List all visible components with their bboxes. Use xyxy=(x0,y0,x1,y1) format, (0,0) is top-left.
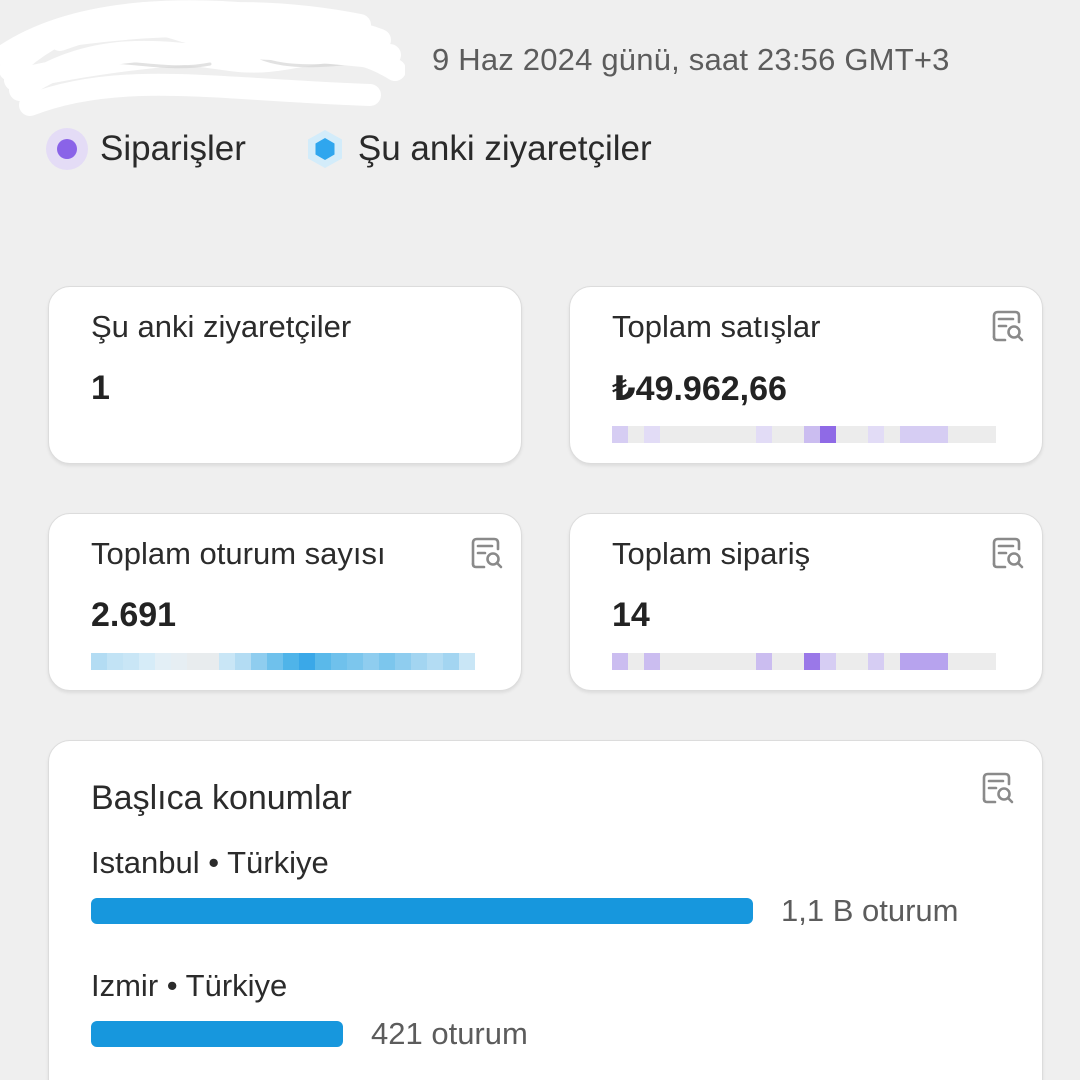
redacted-store-name-scribble xyxy=(0,0,405,116)
location-sessions: 1,1 B oturum xyxy=(781,893,959,928)
total-sessions-card[interactable]: Toplam oturum sayısı 2.691 xyxy=(48,513,522,691)
card-value: 1 xyxy=(91,369,110,407)
report-icon[interactable] xyxy=(988,307,1026,345)
card-title: Başlıca konumlar xyxy=(91,779,352,817)
current-visitors-card[interactable]: Şu anki ziyaretçiler 1 xyxy=(48,286,522,464)
live-view-panel: 9 Haz 2024 günü, saat 23:56 GMT+3 Sipari… xyxy=(0,0,1080,1080)
purple-dot-icon xyxy=(46,128,88,170)
chart-legend: Siparişler Şu anki ziyaretçiler xyxy=(46,128,710,170)
card-value: ₺49.962,66 xyxy=(612,370,787,408)
location-name: Izmir • Türkiye xyxy=(91,968,288,1003)
report-icon[interactable] xyxy=(467,534,505,572)
legend-item-orders[interactable]: Siparişler xyxy=(46,128,246,170)
card-value: 14 xyxy=(612,596,650,634)
location-bar xyxy=(91,1021,343,1047)
location-row[interactable]: Izmir • Türkiye 421 oturum xyxy=(91,968,528,1052)
legend-label: Şu anki ziyaretçiler xyxy=(357,129,652,168)
card-title: Toplam oturum sayısı xyxy=(91,536,386,571)
total-sales-card[interactable]: Toplam satışlar ₺49.962,66 xyxy=(569,286,1043,464)
timestamp: 9 Haz 2024 günü, saat 23:56 GMT+3 xyxy=(432,42,950,77)
location-bar xyxy=(91,898,753,924)
legend-label: Siparişler xyxy=(100,129,246,168)
location-row[interactable]: Istanbul • Türkiye 1,1 B oturum xyxy=(91,845,958,929)
total-orders-card[interactable]: Toplam sipariş 14 xyxy=(569,513,1043,691)
report-icon[interactable] xyxy=(978,769,1016,807)
orders-sparkline xyxy=(612,653,996,670)
blue-hexagon-icon xyxy=(304,128,346,170)
card-value: 2.691 xyxy=(91,596,177,634)
sessions-sparkline xyxy=(91,653,475,670)
top-locations-card[interactable]: Başlıca konumlar Istanbul • Türkiye 1,1 … xyxy=(48,740,1043,1080)
location-name: Istanbul • Türkiye xyxy=(91,845,329,880)
sales-sparkline xyxy=(612,426,996,443)
location-sessions: 421 oturum xyxy=(371,1016,528,1051)
card-title: Toplam sipariş xyxy=(612,536,811,571)
card-title: Şu anki ziyaretçiler xyxy=(91,309,352,344)
card-title: Toplam satışlar xyxy=(612,309,821,344)
report-icon[interactable] xyxy=(988,534,1026,572)
legend-item-current-visitors[interactable]: Şu anki ziyaretçiler xyxy=(304,128,652,170)
